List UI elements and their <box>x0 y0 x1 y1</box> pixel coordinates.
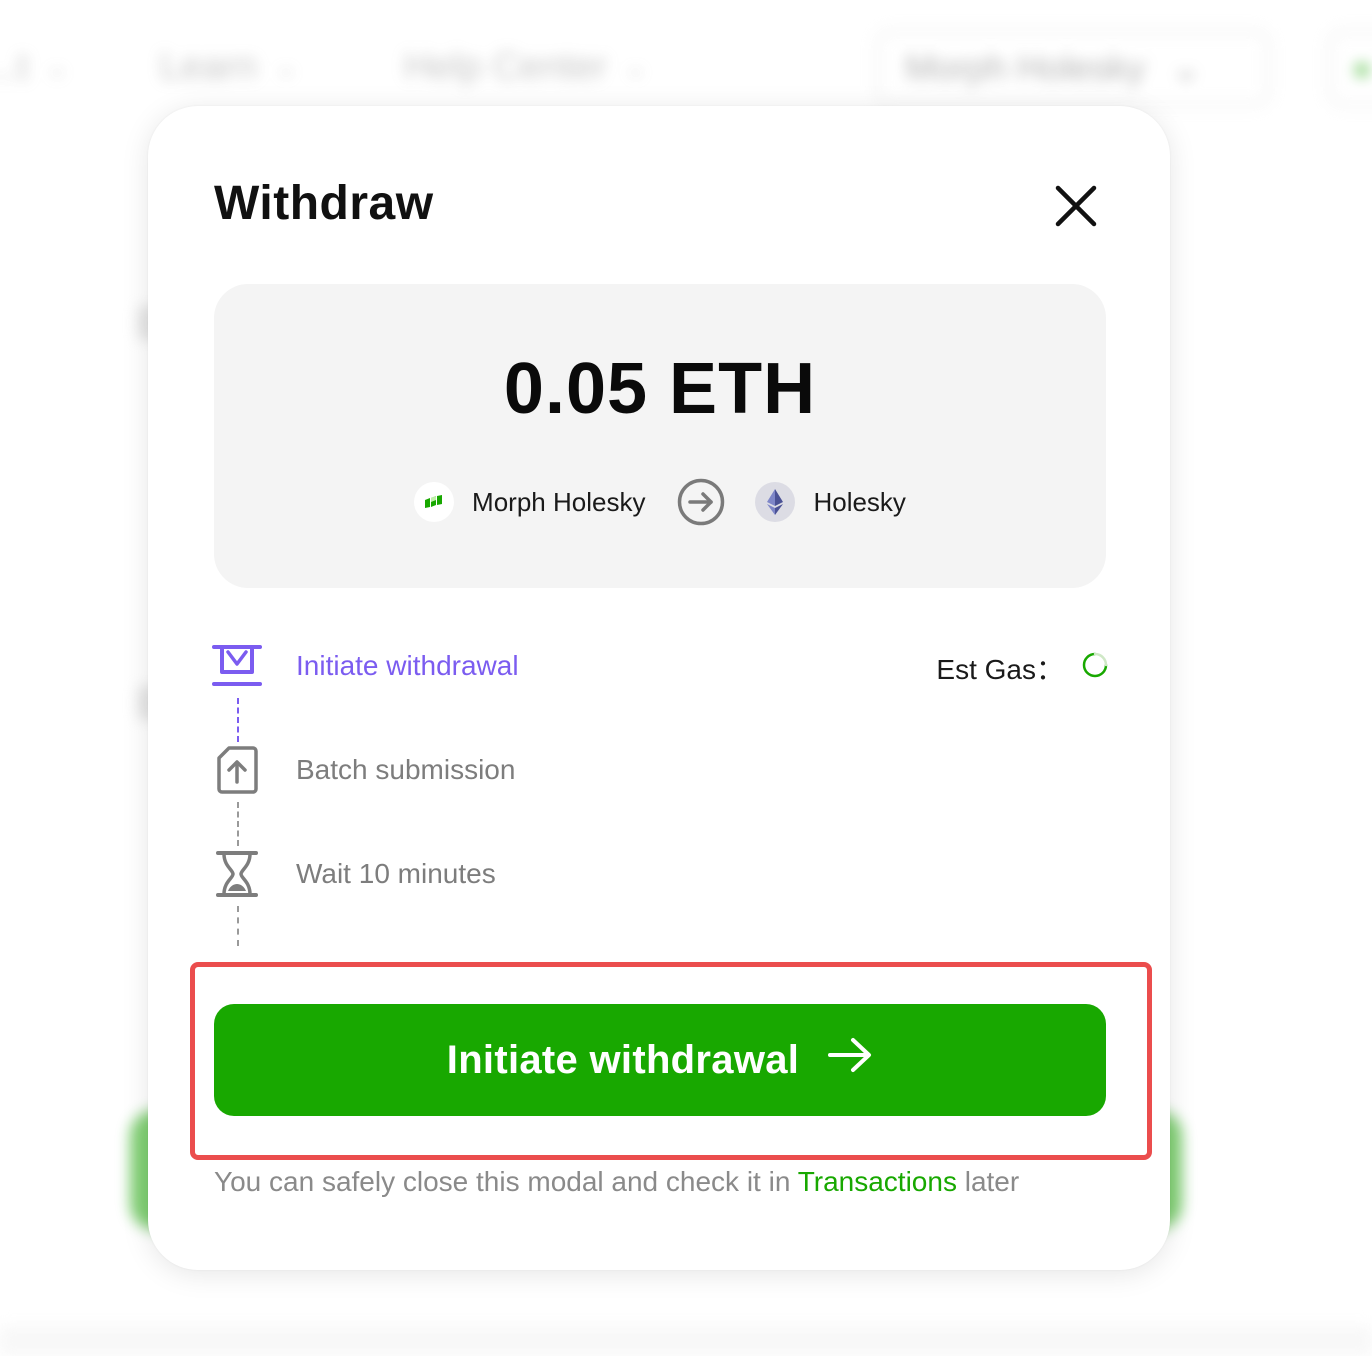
network-selector[interactable]: Morph Holesky ⌄ <box>876 30 1270 106</box>
step-label: Batch submission <box>296 754 516 785</box>
top-navigation: ...t ⌄ Learn ⌄ Help Center ⌄ Morph Holes… <box>0 30 1372 110</box>
est-gas-label: Est Gas： <box>936 654 1064 685</box>
nav-item-label: Learn <box>160 46 258 88</box>
chevron-down-icon: ⌄ <box>624 52 647 82</box>
initiate-withdrawal-button[interactable]: Initiate withdrawal <box>214 1004 1106 1116</box>
loading-spinner-icon <box>1082 652 1108 685</box>
withdraw-steps: Initiate withdrawal Est Gas： Batch submi… <box>208 634 1108 954</box>
step-batch-submission: Batch submission <box>208 740 1108 800</box>
close-modal-note: You can safely close this modal and chec… <box>214 1166 1114 1198</box>
ethereum-logo-icon <box>755 482 796 522</box>
step-connector <box>237 906 239 946</box>
from-chain: Morph Holesky <box>414 482 645 522</box>
chevron-down-icon: ⌄ <box>46 52 69 82</box>
step-initiate-withdrawal: Initiate withdrawal Est Gas： <box>208 636 1108 696</box>
step-label: Initiate withdrawal <box>296 650 519 681</box>
close-button[interactable] <box>1048 178 1104 234</box>
file-upload-icon <box>208 741 266 799</box>
hourglass-icon <box>208 845 266 903</box>
nav-item-label: Help Center <box>404 46 607 88</box>
step-label: Wait 10 minutes <box>296 858 496 889</box>
step-connector <box>237 698 239 742</box>
chain-route: Morph Holesky Holesky <box>214 476 1106 528</box>
to-chain-label: Holesky <box>813 486 906 517</box>
note-prefix: You can safely close this modal and chec… <box>214 1166 798 1197</box>
wallet-button[interactable] <box>1328 30 1372 106</box>
from-chain-label: Morph Holesky <box>472 486 646 517</box>
nav-item-help-center[interactable]: Help Center ⌄ <box>404 46 647 89</box>
close-icon <box>1055 185 1097 227</box>
background-bottom-bar <box>0 1326 1372 1356</box>
nav-item-partial[interactable]: ...t ⌄ <box>0 46 68 89</box>
transactions-link[interactable]: Transactions <box>798 1166 957 1197</box>
withdraw-amount: 0.05 ETH <box>503 349 817 429</box>
nav-item-learn[interactable]: Learn ⌄ <box>160 46 297 89</box>
nav-item-label: ...t <box>0 46 29 88</box>
arrow-right-circle-icon <box>677 478 725 526</box>
step-wait: Wait 10 minutes <box>208 844 1108 904</box>
step-connector <box>237 802 239 846</box>
arrow-right-icon <box>827 1037 873 1083</box>
modal-title: Withdraw <box>214 177 434 230</box>
chevron-down-icon: ⌄ <box>275 52 297 82</box>
note-suffix: later <box>956 1166 1020 1197</box>
network-selector-label: Morph Holesky <box>905 47 1146 88</box>
est-gas: Est Gas： <box>936 648 1108 688</box>
to-chain: Holesky <box>755 482 906 522</box>
withdraw-modal: Withdraw 0.05 ETH Morph Holesky Holesky … <box>148 106 1170 1270</box>
chevron-down-icon: ⌄ <box>1171 47 1202 88</box>
amount-summary: 0.05 ETH Morph Holesky Holesky <box>214 284 1106 588</box>
initiate-withdrawal-button-label: Initiate withdrawal <box>446 1037 800 1082</box>
page: ...t ⌄ Learn ⌄ Help Center ⌄ Morph Holes… <box>0 0 1372 1356</box>
morph-logo-icon <box>414 482 455 522</box>
withdraw-tray-icon <box>208 637 266 695</box>
